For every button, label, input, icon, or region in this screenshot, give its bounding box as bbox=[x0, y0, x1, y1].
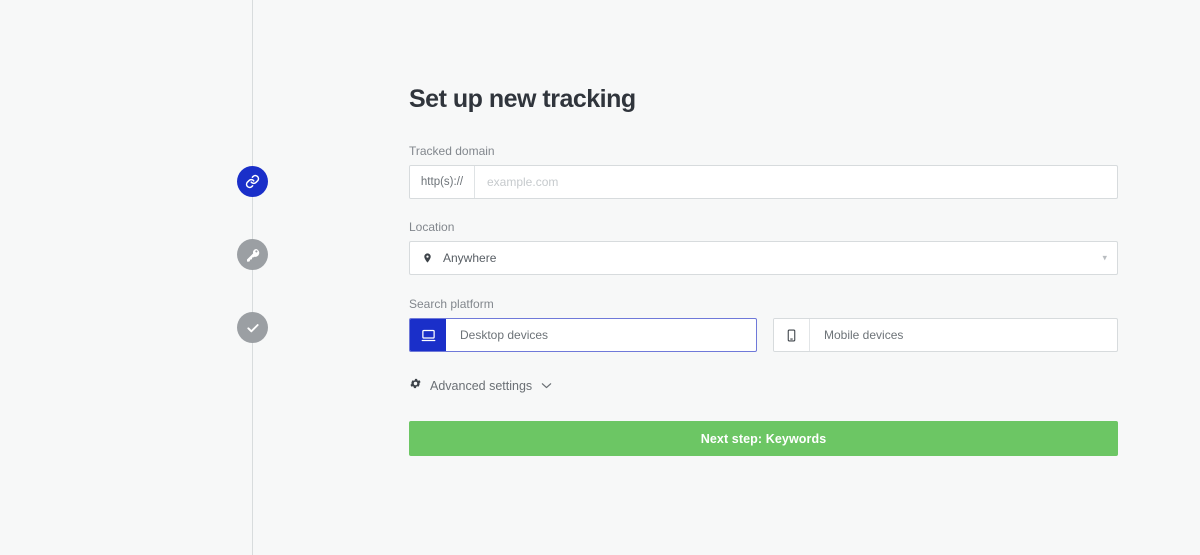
search-platform-group: Search platform Desktop devices Mobile d… bbox=[409, 296, 1118, 352]
tracked-domain-field[interactable]: http(s):// example.com bbox=[409, 165, 1118, 199]
location-group: Location Anywhere ▾ bbox=[409, 219, 1118, 275]
platform-option-label: Mobile devices bbox=[824, 328, 904, 342]
chevron-down-icon[interactable] bbox=[541, 381, 552, 392]
advanced-settings-toggle[interactable]: Advanced settings bbox=[409, 377, 552, 395]
search-platform-label: Search platform bbox=[409, 297, 494, 311]
page-title: Set up new tracking bbox=[409, 85, 636, 113]
setup-stepper: Tracking details Enter domain, location … bbox=[0, 0, 268, 555]
protocol-prefix: http(s):// bbox=[410, 166, 475, 198]
tracked-domain-label: Tracked domain bbox=[409, 144, 495, 158]
map-pin-icon bbox=[422, 251, 433, 265]
platform-options: Desktop devices Mobile devices bbox=[409, 318, 1118, 352]
desktop-icon bbox=[410, 319, 446, 351]
link-icon[interactable] bbox=[237, 166, 268, 197]
stepper-rail bbox=[252, 0, 253, 555]
tracked-domain-input[interactable]: example.com bbox=[475, 166, 1117, 198]
platform-option-label: Desktop devices bbox=[460, 328, 549, 342]
platform-option-mobile[interactable]: Mobile devices bbox=[773, 318, 1118, 352]
chevron-down-icon[interactable]: ▾ bbox=[1102, 253, 1107, 263]
tracked-domain-group: Tracked domain http(s):// example.com bbox=[409, 143, 1118, 199]
location-value: Anywhere bbox=[443, 251, 497, 265]
advanced-settings-label: Advanced settings bbox=[430, 379, 533, 393]
location-select[interactable]: Anywhere ▾ bbox=[409, 241, 1118, 275]
platform-option-desktop[interactable]: Desktop devices bbox=[409, 318, 757, 352]
check-icon[interactable] bbox=[237, 312, 268, 343]
location-label: Location bbox=[409, 220, 455, 234]
mobile-icon bbox=[774, 319, 810, 351]
next-step-button[interactable]: Next step: Keywords bbox=[409, 421, 1118, 456]
key-icon[interactable] bbox=[237, 239, 268, 270]
gear-icon bbox=[409, 377, 422, 395]
